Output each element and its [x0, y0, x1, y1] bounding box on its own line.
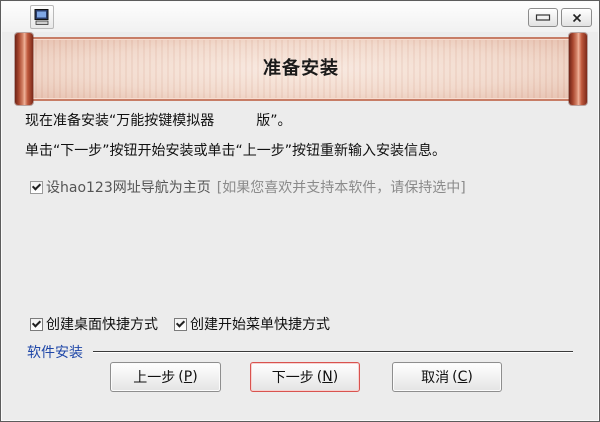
- back-button-label: 上一步: [133, 370, 176, 386]
- desktop-shortcut-option[interactable]: 创建桌面快捷方式: [30, 314, 158, 334]
- next-button-accel-key: N: [322, 369, 333, 385]
- cancel-button-label: 取消: [421, 370, 450, 386]
- group-label: 软件安装: [27, 345, 83, 361]
- minimize-icon: [535, 14, 551, 21]
- desktop-shortcut-checkbox[interactable]: [30, 317, 43, 331]
- start-menu-shortcut-option[interactable]: 创建开始菜单快捷方式: [174, 314, 330, 334]
- checkmark-icon: [31, 180, 42, 191]
- start-menu-shortcut-checkbox[interactable]: [174, 317, 187, 331]
- start-menu-shortcut-label[interactable]: 创建开始菜单快捷方式: [190, 314, 330, 334]
- intro-text: 现在准备安装“万能按键模拟器 版”。: [25, 113, 292, 129]
- back-button-accel-key: P: [183, 369, 193, 385]
- installer-app-icon[interactable]: [30, 5, 54, 29]
- back-button[interactable]: 上一步(P): [110, 362, 221, 392]
- cancel-button[interactable]: 取消(C): [392, 362, 502, 392]
- homepage-checkbox-option[interactable]: 设hao123网址导航为主页: [30, 177, 211, 197]
- minimize-button[interactable]: [528, 8, 558, 27]
- cancel-button-accel-key: C: [457, 369, 468, 385]
- group-divider: [93, 351, 573, 353]
- next-button-label: 下一步: [271, 370, 314, 386]
- next-button[interactable]: 下一步(N): [250, 362, 360, 392]
- homepage-checkbox[interactable]: [30, 180, 43, 194]
- checkmark-icon: [175, 317, 186, 328]
- close-button[interactable]: [561, 8, 592, 27]
- back-button-paren-close: ): [192, 369, 198, 385]
- instruction-text: 单击“下一步”按钮开始安装或单击“上一步”按钮重新输入安装信息。: [25, 143, 447, 159]
- homepage-hint-text: [如果您喜欢并支持本软件，请保持选中]: [216, 180, 466, 196]
- title-bar[interactable]: [2, 2, 598, 32]
- next-button-paren-close: ): [332, 369, 339, 385]
- homepage-checkbox-label[interactable]: 设hao123网址导航为主页: [46, 177, 211, 197]
- cancel-button-paren-close: ): [467, 369, 473, 385]
- shortcut-options-row: 创建桌面快捷方式 创建开始菜单快捷方式: [30, 315, 330, 333]
- checkmark-icon: [31, 317, 42, 328]
- header-banner: 准备安装: [15, 33, 587, 105]
- desktop-shortcut-label[interactable]: 创建桌面快捷方式: [46, 314, 158, 334]
- homepage-option-row: 设hao123网址导航为主页 [如果您喜欢并支持本软件，请保持选中]: [30, 178, 466, 196]
- installer-window: 准备安装 现在准备安装“万能按键模拟器 版”。 单击“下一步”按钮开始安装或单击…: [0, 0, 600, 422]
- close-icon: [572, 13, 581, 22]
- page-title: 准备安装: [263, 58, 339, 79]
